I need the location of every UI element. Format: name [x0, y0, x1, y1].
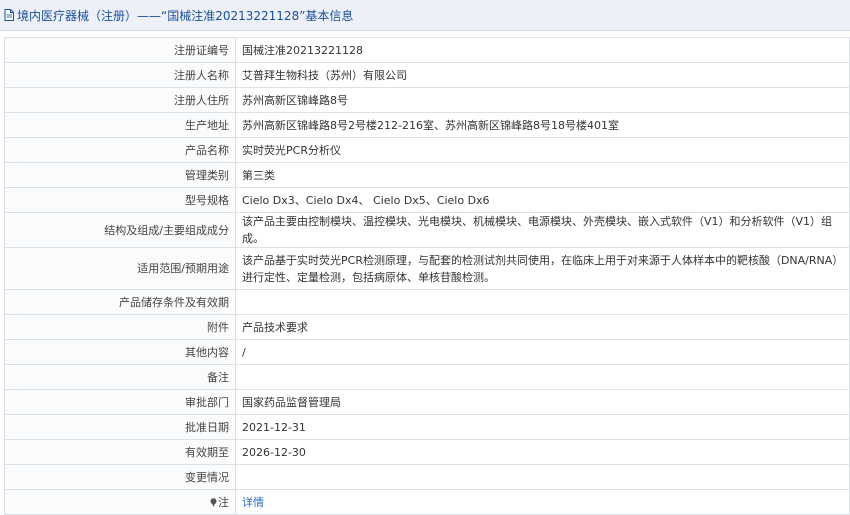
row-value: 该产品主要由控制模块、温控模块、光电模块、机械模块、电源模块、外壳模块、嵌入式软… — [235, 212, 850, 248]
row-value: 苏州高新区锦峰路8号2号楼212-216室、苏州高新区锦峰路8号18号楼401室 — [235, 112, 850, 138]
pin-icon — [210, 497, 217, 507]
page-title: 境内医疗器械（注册）——“国械注准20213221128”基本信息 — [17, 8, 354, 23]
row-label: 审批部门 — [4, 389, 236, 415]
row-label: 注 — [4, 489, 236, 515]
row-label: 附件 — [4, 314, 236, 340]
row-label: 变更情况 — [4, 464, 236, 490]
row-value: 国械注准20213221128 — [235, 37, 850, 63]
row-attachment: 附件 产品技术要求 — [4, 314, 850, 340]
row-reg-number: 注册证编号 国械注准20213221128 — [4, 37, 850, 63]
row-intended-use: 适用范围/预期用途 该产品基于实时荧光PCR检测原理，与配套的检测试剂共同使用，… — [4, 247, 850, 290]
row-value: 艾普拜生物科技（苏州）有限公司 — [235, 62, 850, 88]
row-value — [235, 364, 850, 390]
info-table-wrap: 注册证编号 国械注准20213221128 注册人名称 艾普拜生物科技（苏州）有… — [4, 37, 850, 515]
row-label: 备注 — [4, 364, 236, 390]
row-registrant-address: 注册人住所 苏州高新区锦峰路8号 — [4, 87, 850, 113]
row-value — [235, 289, 850, 315]
row-other: 其他内容 / — [4, 339, 850, 365]
row-value: 该产品基于实时荧光PCR检测原理，与配套的检测试剂共同使用，在临床上用于对来源于… — [235, 247, 850, 290]
row-label: 产品名称 — [4, 137, 236, 163]
document-icon — [4, 9, 14, 21]
row-production-address: 生产地址 苏州高新区锦峰路8号2号楼212-216室、苏州高新区锦峰路8号18号… — [4, 112, 850, 138]
row-value: Cielo Dx3、Cielo Dx4、 Cielo Dx5、Cielo Dx6 — [235, 187, 850, 213]
row-label: 其他内容 — [4, 339, 236, 365]
row-label: 结构及组成/主要组成成分 — [4, 212, 236, 248]
row-remarks: 备注 — [4, 364, 850, 390]
row-value: 实时荧光PCR分析仪 — [235, 137, 850, 163]
row-value: 产品技术要求 — [235, 314, 850, 340]
row-models: 型号规格 Cielo Dx3、Cielo Dx4、 Cielo Dx5、Ciel… — [4, 187, 850, 213]
row-label: 产品储存条件及有效期 — [4, 289, 236, 315]
row-value — [235, 464, 850, 490]
row-storage: 产品储存条件及有效期 — [4, 289, 850, 315]
row-value: 国家药品监督管理局 — [235, 389, 850, 415]
row-structure: 结构及组成/主要组成成分 该产品主要由控制模块、温控模块、光电模块、机械模块、电… — [4, 212, 850, 248]
row-label: 生产地址 — [4, 112, 236, 138]
row-note: 注 详情 — [4, 489, 850, 515]
row-value: / — [235, 339, 850, 365]
row-approval-date: 批准日期 2021-12-31 — [4, 414, 850, 440]
row-category: 管理类别 第三类 — [4, 162, 850, 188]
row-label: 型号规格 — [4, 187, 236, 213]
note-label: 注 — [218, 495, 229, 509]
row-label: 注册人住所 — [4, 87, 236, 113]
row-changes: 变更情况 — [4, 464, 850, 490]
row-label: 批准日期 — [4, 414, 236, 440]
row-label: 注册人名称 — [4, 62, 236, 88]
row-value: 详情 — [235, 489, 850, 515]
row-product-name: 产品名称 实时荧光PCR分析仪 — [4, 137, 850, 163]
row-label: 管理类别 — [4, 162, 236, 188]
page-header: 境内医疗器械（注册）——“国械注准20213221128”基本信息 — [0, 0, 850, 31]
row-value: 2026-12-30 — [235, 439, 850, 465]
row-valid-until: 有效期至 2026-12-30 — [4, 439, 850, 465]
row-approval-dept: 审批部门 国家药品监督管理局 — [4, 389, 850, 415]
info-table: 注册证编号 国械注准20213221128 注册人名称 艾普拜生物科技（苏州）有… — [4, 37, 850, 515]
row-value: 第三类 — [235, 162, 850, 188]
details-link[interactable]: 详情 — [242, 496, 264, 509]
row-registrant-name: 注册人名称 艾普拜生物科技（苏州）有限公司 — [4, 62, 850, 88]
row-value: 苏州高新区锦峰路8号 — [235, 87, 850, 113]
row-label: 注册证编号 — [4, 37, 236, 63]
row-label: 适用范围/预期用途 — [4, 247, 236, 290]
row-label: 有效期至 — [4, 439, 236, 465]
row-value: 2021-12-31 — [235, 414, 850, 440]
